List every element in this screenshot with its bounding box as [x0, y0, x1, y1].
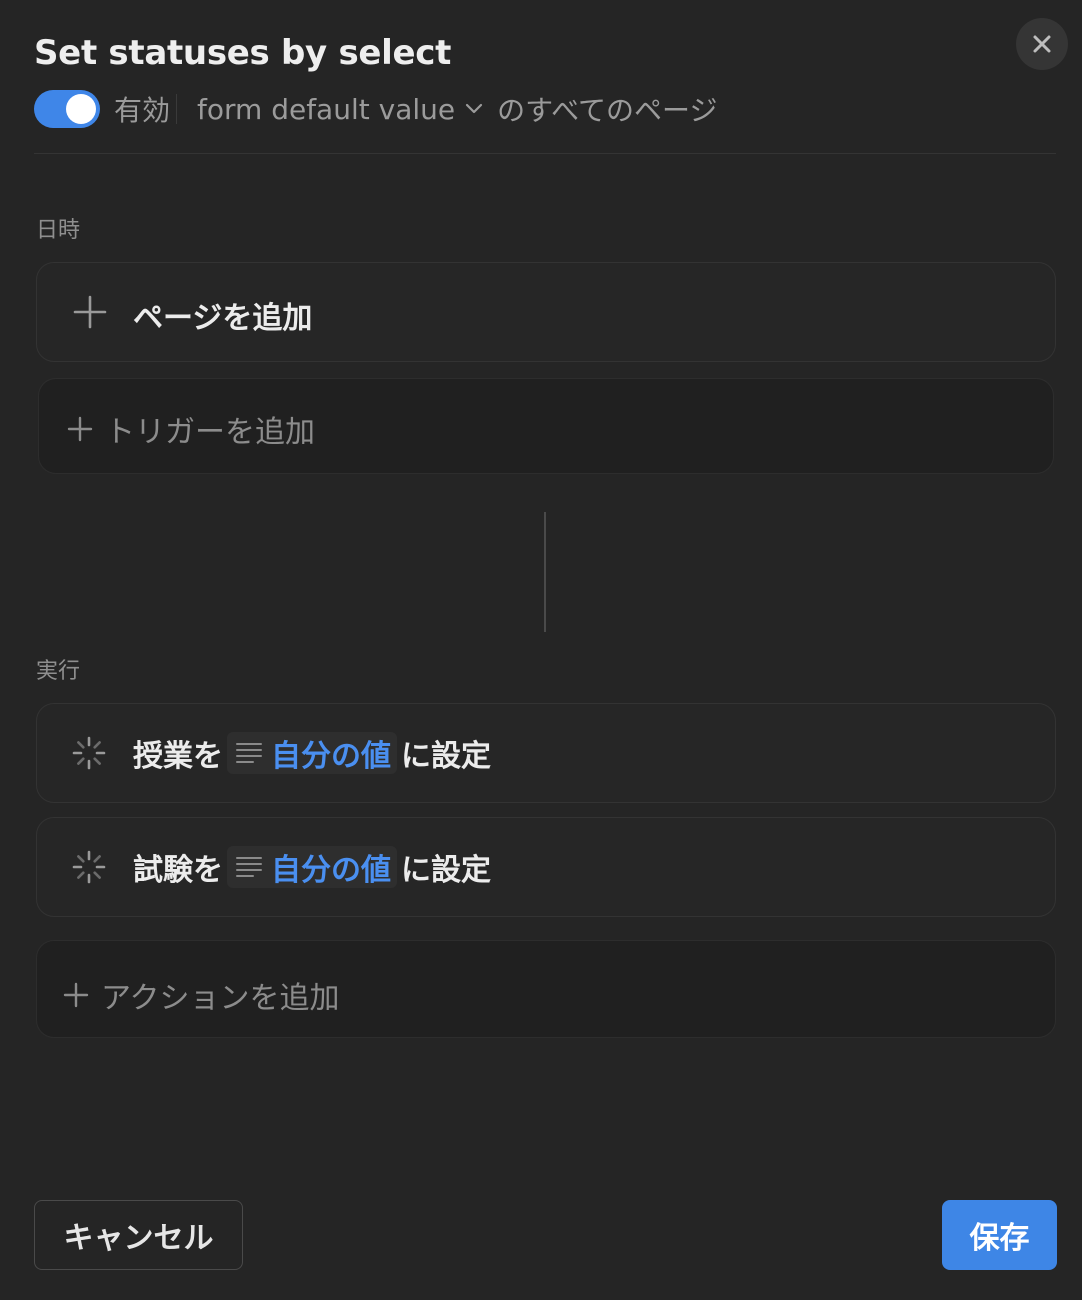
add-trigger-label: トリガーを追加	[105, 415, 315, 450]
toggle-knob	[66, 94, 96, 124]
action-item[interactable]: 試験を 自分の値 に設定	[36, 817, 1056, 917]
text-lines-icon	[236, 857, 262, 877]
page-added-trigger[interactable]: ページを追加	[36, 262, 1056, 362]
loading-spinner-icon	[72, 736, 106, 770]
page-trigger-label: ページを追加	[133, 301, 313, 336]
action-suffix: に設定	[401, 853, 491, 888]
action-property-name: 授業を	[133, 739, 223, 774]
automation-title-input[interactable]	[34, 28, 934, 78]
value-chip[interactable]: 自分の値	[227, 732, 397, 774]
enabled-label: 有効	[114, 94, 171, 127]
scope-label: のすべてのページ	[497, 94, 718, 127]
chevron-down-icon	[466, 103, 483, 114]
flow-connector-line	[544, 512, 546, 632]
meta-separator	[176, 94, 178, 124]
text-lines-icon	[236, 743, 262, 763]
database-select[interactable]: form default value	[197, 93, 483, 126]
add-action-label: アクションを追加	[101, 981, 340, 1016]
header-divider	[34, 153, 1056, 154]
close-icon	[1033, 35, 1051, 53]
value-chip[interactable]: 自分の値	[227, 846, 397, 888]
automation-meta-row: 有効 form default value のすべてのページ	[34, 88, 717, 130]
cancel-button[interactable]: キャンセル	[34, 1200, 243, 1270]
loading-spinner-icon	[72, 850, 106, 884]
action-suffix: に設定	[401, 739, 491, 774]
action-item[interactable]: 授業を 自分の値 に設定	[36, 703, 1056, 803]
plus-icon	[73, 295, 107, 329]
value-chip-label: 自分の値	[271, 739, 391, 774]
plus-icon	[67, 416, 93, 442]
enabled-toggle[interactable]	[34, 90, 100, 128]
trigger-section-label: 日時	[36, 218, 81, 243]
plus-icon	[63, 982, 89, 1008]
action-section-label: 実行	[36, 659, 81, 684]
close-button[interactable]	[1016, 18, 1068, 70]
add-trigger-button[interactable]: トリガーを追加	[38, 378, 1054, 474]
database-name: form default value	[197, 92, 456, 126]
value-chip-label: 自分の値	[271, 853, 391, 888]
save-button[interactable]: 保存	[942, 1200, 1057, 1270]
add-action-button[interactable]: アクションを追加	[36, 940, 1056, 1038]
action-property-name: 試験を	[133, 853, 223, 888]
